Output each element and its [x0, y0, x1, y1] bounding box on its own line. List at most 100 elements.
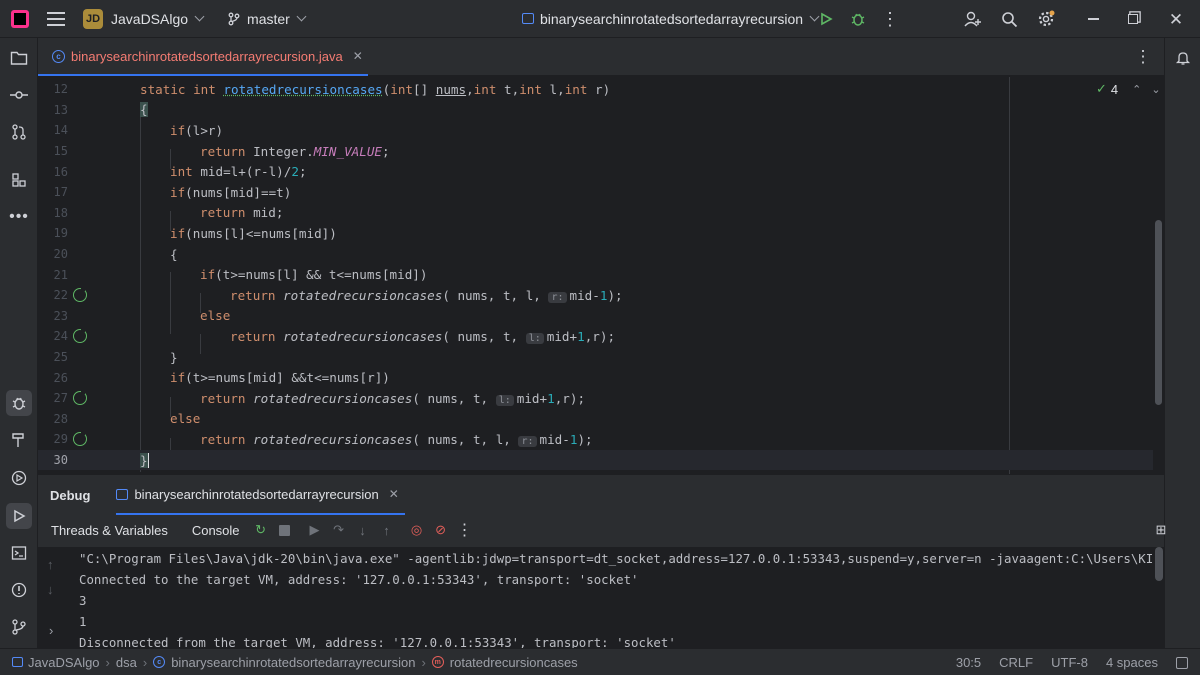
- method-icon: m: [431, 656, 444, 668]
- line-number: 25: [53, 350, 68, 365]
- code-text: {: [170, 246, 178, 262]
- search-button[interactable]: [996, 6, 1022, 32]
- breadcrumb-project[interactable]: JavaDSAlgo: [28, 655, 100, 670]
- restore-button[interactable]: [1120, 6, 1146, 32]
- bell-icon: [1175, 52, 1191, 65]
- notifications-tool-button[interactable]: [1170, 45, 1196, 71]
- tab-console[interactable]: Console: [192, 523, 240, 538]
- build-tool-button[interactable]: [6, 427, 32, 453]
- project-selector[interactable]: JD JavaDSAlgo: [65, 0, 205, 38]
- resume-icon[interactable]: ▶: [308, 522, 322, 537]
- step-out-icon[interactable]: ↑: [380, 523, 394, 538]
- code-line: 27 return rotatedrecursioncases( nums, t…: [38, 388, 1153, 409]
- folder-icon: [10, 51, 28, 65]
- editor-options-button[interactable]: ⋮: [1130, 44, 1156, 70]
- debug-tool-button[interactable]: [6, 390, 32, 416]
- services-tool-button[interactable]: [6, 465, 32, 491]
- close-window-button[interactable]: ✕: [1163, 6, 1189, 32]
- caret-position[interactable]: 30:5: [956, 655, 981, 670]
- run-button[interactable]: [813, 6, 839, 32]
- line-number: 29: [53, 432, 68, 447]
- chevron-right-icon[interactable]: ›: [49, 623, 53, 638]
- view-breakpoints-icon[interactable]: ◎: [410, 522, 424, 537]
- more-actions-button[interactable]: ⋮: [877, 6, 903, 32]
- mute-breakpoints-icon[interactable]: ⊘: [434, 522, 448, 537]
- more-vertical-icon[interactable]: ⋮: [457, 522, 473, 539]
- breadcrumb-class[interactable]: binarysearchinrotatedsortedarrayrecursio…: [171, 655, 415, 670]
- run-tool-button[interactable]: [6, 503, 32, 529]
- terminal-tool-button[interactable]: [6, 540, 32, 566]
- editor-tab-bar: c binarysearchinrotatedsortedarrayrecurs…: [38, 38, 1164, 76]
- problems-tool-button[interactable]: [6, 577, 32, 603]
- commit-tool-button[interactable]: [6, 82, 32, 108]
- code-line: 17 if(nums[mid]==t): [38, 182, 1153, 203]
- close-tab-icon[interactable]: ✕: [389, 487, 399, 501]
- file-encoding[interactable]: UTF-8: [1051, 655, 1088, 670]
- debug-session-tab[interactable]: binarysearchinrotatedsortedarrayrecursio…: [116, 475, 405, 515]
- console-output[interactable]: ↑ ↓ › "C:\Program Files\Java\jdk-20\bin\…: [38, 547, 1164, 649]
- structure-tool-button[interactable]: [6, 167, 32, 193]
- tab-threads-variables[interactable]: Threads & Variables: [51, 523, 168, 538]
- recursive-call-icon[interactable]: [73, 390, 87, 406]
- chevron-down-icon: [296, 11, 307, 22]
- terminal-icon: [11, 546, 27, 560]
- git-branch-icon: [12, 619, 26, 635]
- run-config-selector[interactable]: binarysearchinrotatedsortedarrayrecursio…: [522, 0, 820, 38]
- recursive-call-icon[interactable]: [73, 287, 87, 303]
- recursive-call-icon[interactable]: [73, 328, 87, 344]
- problems-icon: [11, 582, 27, 598]
- code-line: 21 if(t>=nums[l] && t<=nums[mid]): [38, 264, 1153, 285]
- add-user-button[interactable]: [960, 6, 986, 32]
- minimize-icon: [1087, 18, 1099, 20]
- recursive-call-icon[interactable]: [73, 431, 87, 447]
- more-vertical-icon: ⋮: [881, 9, 899, 29]
- indent-setting[interactable]: 4 spaces: [1106, 655, 1158, 670]
- minimize-button[interactable]: [1080, 6, 1106, 32]
- breadcrumb-method[interactable]: rotatedrecursioncases: [450, 655, 578, 670]
- stop-icon[interactable]: [278, 523, 292, 537]
- chevron-down-icon: [194, 11, 205, 22]
- services-icon: [11, 470, 27, 486]
- debug-toolbar: Threads & Variables Console ↻ ▶ ↷ ↓ ↑ ◎ …: [38, 515, 1166, 545]
- console-line: Disconnected from the target VM, address…: [79, 635, 676, 649]
- lock-file-icon[interactable]: [1176, 656, 1188, 669]
- code-text: return mid;: [200, 205, 284, 221]
- editor-tab[interactable]: c binarysearchinrotatedsortedarrayrecurs…: [38, 38, 368, 76]
- arrow-up-icon[interactable]: ↑: [47, 557, 54, 572]
- console-line: "C:\Program Files\Java\jdk-20\bin\java.e…: [79, 551, 1154, 566]
- pull-request-icon: [12, 124, 26, 140]
- settings-button[interactable]: [1033, 6, 1059, 32]
- layout-icon[interactable]: ⊞: [1154, 522, 1168, 537]
- arrow-down-icon[interactable]: ↓: [47, 582, 54, 597]
- code-text: }: [170, 349, 178, 365]
- editor-scrollbar[interactable]: [1155, 220, 1162, 405]
- code-line: 16 int mid=l+(r-l)/2;: [38, 161, 1153, 182]
- code-text: return rotatedrecursioncases( nums, t, l…: [200, 431, 593, 447]
- debug-button[interactable]: [845, 6, 871, 32]
- bug-icon: [12, 397, 26, 410]
- project-tool-button[interactable]: [6, 45, 32, 71]
- pull-requests-tool-button[interactable]: [6, 119, 32, 145]
- git-tool-button[interactable]: [6, 614, 32, 640]
- gear-icon: [1038, 10, 1055, 27]
- console-scrollbar[interactable]: [1155, 547, 1163, 581]
- line-number: 13: [53, 102, 68, 117]
- code-text: if(l>r): [170, 122, 224, 138]
- code-text: else: [170, 411, 201, 427]
- code-editor[interactable]: ✓ 4 ⌃ ⌄ 12 static int rotatedrecursionca…: [38, 77, 1164, 474]
- step-into-icon[interactable]: ↓: [356, 523, 370, 538]
- close-tab-icon[interactable]: ✕: [353, 49, 363, 63]
- branch-selector[interactable]: master: [227, 0, 307, 38]
- breadcrumb-package[interactable]: dsa: [116, 655, 137, 670]
- step-over-icon[interactable]: ↷: [332, 522, 346, 537]
- main-menu-icon[interactable]: [47, 11, 65, 26]
- more-tools-button[interactable]: •••: [6, 204, 32, 230]
- chevron-right-icon: ›: [105, 654, 110, 670]
- code-text: return rotatedrecursioncases( nums, t, l…: [200, 390, 586, 406]
- code-line: 26 if(t>=nums[mid] &&t<=nums[r]): [38, 367, 1153, 388]
- rerun-icon[interactable]: ↻: [254, 522, 268, 537]
- debug-title: Debug: [50, 487, 91, 503]
- code-line: 24 return rotatedrecursioncases( nums, t…: [38, 326, 1153, 347]
- line-separator[interactable]: CRLF: [999, 655, 1033, 670]
- code-line: 29 return rotatedrecursioncases( nums, t…: [38, 429, 1153, 450]
